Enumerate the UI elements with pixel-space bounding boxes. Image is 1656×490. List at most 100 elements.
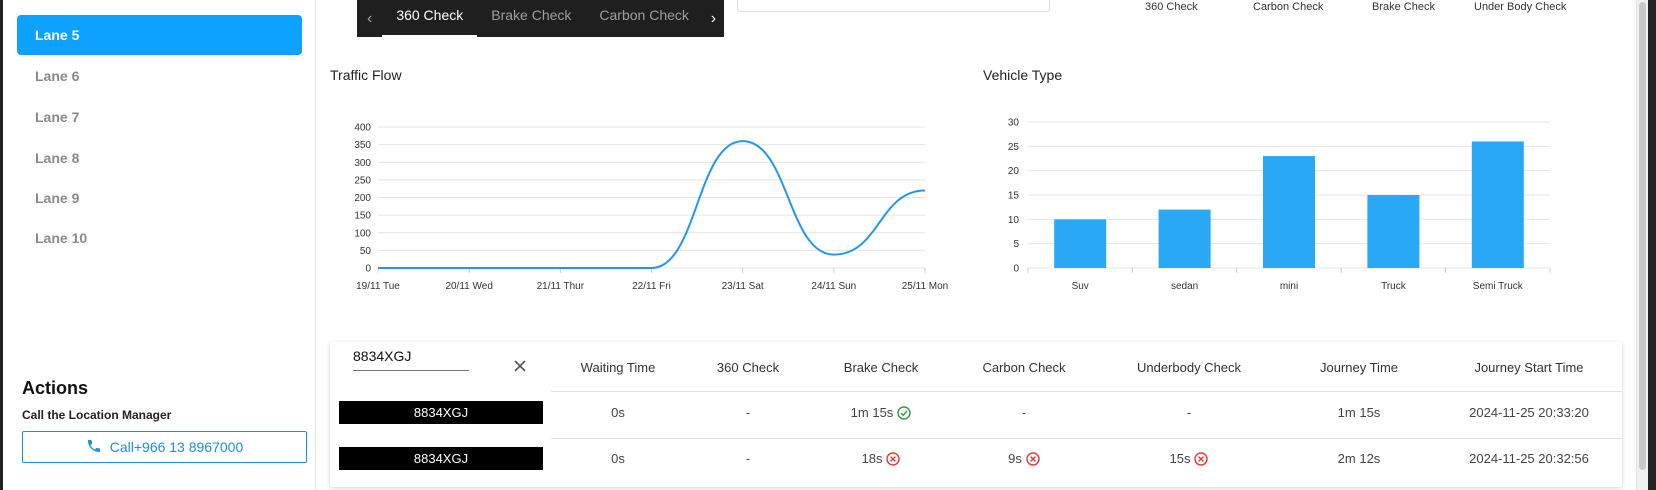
legend-carbon-check: Carbon Check [1253, 1, 1324, 13]
sidebar: Lane 5 Lane 6 Lane 7 Lane 8 Lane 9 Lane … [3, 0, 316, 490]
check-tabbar: ‹ 360 Check Brake Check Carbon Check › [357, 0, 724, 37]
row-divider [551, 391, 1622, 392]
sidebar-item-lane-5[interactable]: Lane 5 [17, 15, 302, 55]
cancel-circle-icon [1026, 451, 1040, 466]
actions-title: Actions [22, 378, 89, 398]
x-tick-label: mini [1280, 281, 1298, 292]
y-tick-label: 350 [354, 140, 371, 151]
legend-under-body-check: Under Body Check [1474, 1, 1567, 13]
y-tick-label: 15 [1008, 191, 1020, 202]
x-tick-label: 25/11 Mon [902, 281, 949, 292]
cancel-circle-icon [1194, 451, 1209, 466]
cell-underbody-check: 15s [1099, 451, 1279, 466]
x-tick-label: 19/11 Tue [356, 281, 400, 292]
cell-brake-check: 1m 15s [813, 405, 949, 420]
y-tick-label: 5 [1013, 239, 1019, 250]
x-tick-label: Suv [1072, 281, 1089, 292]
cell-360-check: - [745, 405, 751, 420]
row-divider [551, 438, 1622, 439]
actions-subtitle: Call the Location Manager [22, 408, 172, 422]
journey-table: 8834XGJ Waiting Time 360 Check Brake Che… [330, 342, 1622, 487]
y-tick-label: 30 [1008, 118, 1020, 129]
x-tick-label: Truck [1381, 281, 1407, 292]
legend-brake-check: Brake Check [1372, 1, 1435, 13]
cell-underbody-value: 15s [1169, 451, 1191, 466]
cell-journey-start-time: 2024-11-25 20:32:56 [1469, 451, 1589, 466]
cell-brake-value: 1m 15s [850, 405, 894, 420]
x-tick-label: 24/11 Sun [811, 281, 856, 292]
bar-mini [1263, 156, 1315, 268]
traffic-series-line [377, 140, 926, 270]
traffic-flow-chart: 0 50 100 150 200 250 300 350 400 19/11 Tue 20/11 W… [354, 123, 949, 293]
y-tick-label: 150 [354, 211, 371, 222]
phone-icon [86, 438, 102, 457]
cell-journey-time: 1m 15s [1337, 405, 1381, 420]
y-tick-label: 10 [1008, 215, 1020, 226]
vehicle-type-chart: 0 5 10 15 20 25 30 Suv sedan mini Truck Semi Truck [1008, 118, 1551, 292]
cancel-circle-icon [886, 451, 901, 466]
traffic-flow-title: Traffic Flow [330, 67, 402, 83]
x-tick-label: Semi Truck [1473, 281, 1524, 292]
y-tick-label: 50 [360, 246, 372, 257]
sidebar-item-lane-10[interactable]: Lane 10 [17, 218, 302, 258]
call-button-label: Call+966 13 8967000 [109, 439, 244, 455]
close-icon[interactable] [512, 358, 528, 374]
cell-underbody-check: - [1186, 405, 1192, 420]
header-carbon-check[interactable]: Carbon Check [949, 360, 1099, 375]
cell-waiting-time: 0s [611, 405, 625, 420]
plate-badge[interactable]: 8834XGJ [339, 401, 543, 424]
header-360-check[interactable]: 360 Check [683, 360, 813, 375]
check-circle-icon [897, 405, 912, 420]
y-tick-label: 300 [354, 158, 371, 169]
y-tick-label: 25 [1008, 142, 1020, 153]
x-tick-label: 23/11 Sat [722, 281, 764, 292]
tab-360-check[interactable]: 360 Check [382, 0, 478, 37]
cell-carbon-value: 9s [1008, 451, 1022, 466]
sidebar-item-lane-7[interactable]: Lane 7 [17, 97, 302, 137]
bar-suv [1054, 219, 1107, 268]
x-tick-label: sedan [1171, 281, 1198, 292]
legend-360-check: 360 Check [1145, 1, 1198, 13]
cell-carbon-check: 9s [949, 451, 1099, 466]
sidebar-item-lane-6[interactable]: Lane 6 [17, 56, 302, 96]
y-tick-label: 400 [354, 123, 371, 134]
call-manager-button[interactable]: Call+966 13 8967000 [22, 431, 307, 463]
header-journey-time[interactable]: Journey Time [1279, 360, 1439, 375]
x-tick-label: 22/11 Fri [632, 281, 671, 292]
sidebar-item-lane-8[interactable]: Lane 8 [17, 138, 302, 178]
header-waiting-time[interactable]: Waiting Time [553, 360, 683, 375]
bar-truck [1367, 195, 1420, 268]
plate-badge[interactable]: 8834XGJ [339, 447, 543, 470]
y-tick-label: 200 [354, 193, 371, 204]
cell-journey-start-time: 2024-11-25 20:33:20 [1469, 405, 1589, 420]
bar-semi-truck [1471, 141, 1524, 268]
plate-search-input[interactable]: 8834XGJ [353, 344, 469, 371]
y-tick-label: 20 [1008, 166, 1020, 177]
x-tick-label: 21/11 Thur [537, 281, 585, 292]
chevron-right-icon[interactable]: › [703, 0, 724, 37]
page-scrollbar[interactable] [1636, 0, 1648, 490]
y-tick-label: 100 [354, 228, 371, 239]
header-underbody-check[interactable]: Underbody Check [1099, 360, 1279, 375]
tab-carbon-check[interactable]: Carbon Check [585, 0, 703, 37]
cell-journey-time: 2m 12s [1337, 451, 1381, 466]
y-tick-label: 0 [365, 264, 371, 275]
y-tick-label: 0 [1013, 264, 1019, 275]
cell-waiting-time: 0s [611, 451, 625, 466]
sidebar-item-lane-9[interactable]: Lane 9 [17, 178, 302, 218]
header-brake-check[interactable]: Brake Check [813, 360, 949, 375]
cell-brake-check: 18s [813, 451, 949, 466]
tab-brake-check[interactable]: Brake Check [477, 0, 585, 37]
cell-brake-value: 18s [861, 451, 883, 466]
bar-sedan [1158, 209, 1211, 268]
top-search-box[interactable] [737, 0, 1050, 12]
vehicle-type-title: Vehicle Type [983, 67, 1063, 83]
chevron-left-icon[interactable]: ‹ [357, 0, 382, 37]
scrollbar-thumb[interactable] [1639, 2, 1646, 470]
cell-360-check: - [745, 451, 751, 466]
header-journey-start-time[interactable]: Journey Start Time [1439, 360, 1619, 375]
window-edge-right [1648, 0, 1656, 490]
cell-carbon-check: - [1021, 405, 1027, 420]
y-tick-label: 250 [354, 175, 371, 186]
x-tick-label: 20/11 Wed [445, 281, 492, 292]
